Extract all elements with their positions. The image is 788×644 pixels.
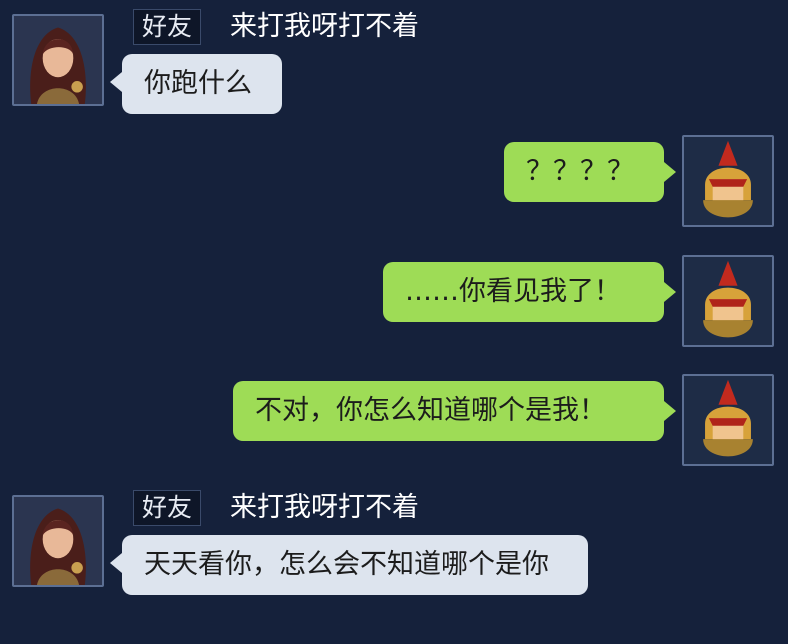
friend-tag: 好友	[133, 9, 202, 45]
message-text: ？？？？	[526, 156, 634, 187]
female-warrior-avatar-icon	[14, 497, 102, 585]
message-text: 不对，你怎么知道哪个是我！	[255, 395, 606, 426]
friend-tag: 好友	[133, 490, 202, 526]
female-warrior-avatar-icon	[14, 16, 102, 104]
message-text: 你跑什么	[144, 68, 252, 99]
message-bubble-incoming[interactable]: 你跑什么	[110, 54, 282, 114]
message-bubble-incoming[interactable]: 天天看你，怎么会不知道哪个是你	[110, 535, 588, 595]
sender-name: 来打我呀打不着	[230, 11, 419, 42]
message-bubble-outgoing[interactable]: ？？？？	[504, 142, 676, 202]
message-text: ……你看见我了！	[405, 276, 621, 307]
sender-name: 来打我呀打不着	[230, 492, 419, 523]
my-avatar[interactable]	[682, 374, 774, 466]
golden-helmet-warrior-avatar-icon	[684, 137, 772, 225]
my-avatar[interactable]	[682, 135, 774, 227]
message-text: 天天看你，怎么会不知道哪个是你	[144, 549, 549, 580]
my-avatar[interactable]	[682, 255, 774, 347]
friend-avatar[interactable]	[12, 495, 104, 587]
message-bubble-outgoing[interactable]: 不对，你怎么知道哪个是我！	[233, 381, 676, 441]
message-bubble-outgoing[interactable]: ……你看见我了！	[383, 262, 676, 322]
friend-avatar[interactable]	[12, 14, 104, 106]
golden-helmet-warrior-avatar-icon	[684, 376, 772, 464]
golden-helmet-warrior-avatar-icon	[684, 257, 772, 345]
